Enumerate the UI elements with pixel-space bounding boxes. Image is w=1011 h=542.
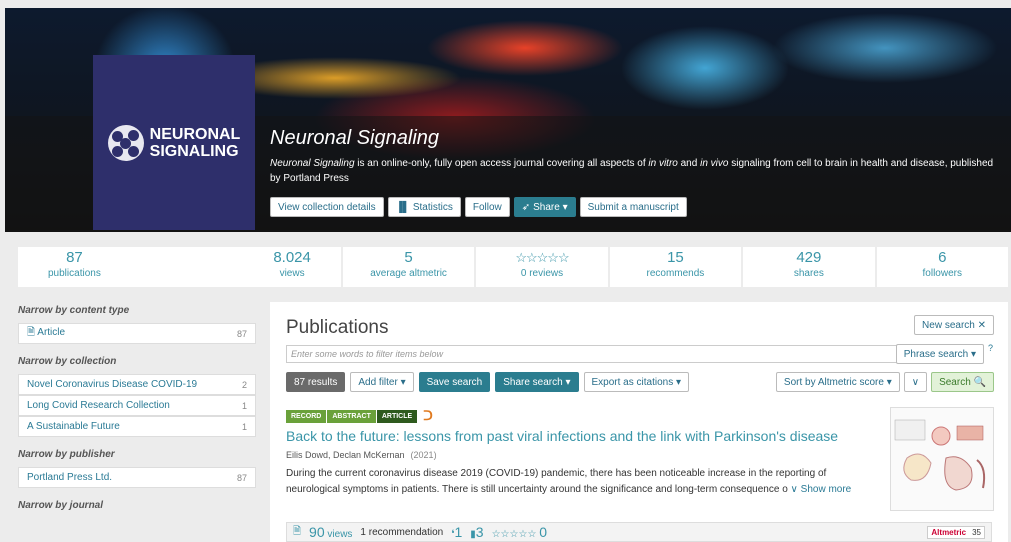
new-search-button[interactable]: New search ✕ bbox=[914, 315, 994, 335]
page-title: Publications bbox=[286, 317, 389, 338]
sort-controls: Sort by Altmetric score ▾ ∨ Search 🔍 bbox=[775, 372, 994, 392]
collection-actions: View collection details ▐▌ Statistics Fol… bbox=[270, 197, 687, 217]
export-citations-button[interactable]: Export as citations ▾ bbox=[583, 372, 690, 392]
stat-shares: 429 shares bbox=[743, 247, 875, 287]
share-button[interactable]: ➶ Share ▾ bbox=[513, 197, 576, 217]
desc-journal: Neuronal Signaling bbox=[270, 158, 355, 169]
phrase-search-dropdown[interactable]: Phrase search ▾ bbox=[895, 344, 984, 364]
search-button[interactable]: Search 🔍 bbox=[931, 372, 994, 392]
collection-stats: 87 publications 8.024 views 5 average altme… bbox=[18, 247, 1008, 287]
article-title-link[interactable]: Back to the future: lessons from past vi… bbox=[286, 428, 838, 444]
stat-altmetric: 5 average altmetric bbox=[342, 247, 475, 287]
collection-heading: Narrow by collection bbox=[18, 356, 117, 367]
publications-panel: Publications New search ✕ Enter some wor… bbox=[270, 302, 1008, 542]
collections-metric: ▮3 bbox=[470, 524, 484, 540]
article-thumbnail[interactable] bbox=[890, 407, 994, 511]
view-details-button[interactable]: View collection details bbox=[270, 197, 384, 217]
rating-stars-icon: ☆☆☆☆☆ bbox=[515, 250, 569, 265]
stat-reviews[interactable]: ☆☆☆☆☆ 0 reviews bbox=[476, 247, 608, 287]
badge-abstract: ABSTRACT bbox=[327, 409, 376, 423]
article-abstract: During the current coronavirus disease 2… bbox=[286, 468, 852, 495]
document-icon: 🗎 bbox=[293, 525, 302, 537]
add-filter-button[interactable]: Add filter ▾ bbox=[350, 372, 414, 392]
logo-text-line1: NEURONAL bbox=[149, 125, 241, 143]
content-type-heading: Narrow by content type bbox=[18, 305, 130, 316]
filter-item-collection[interactable]: Novel Coronavirus Disease COVID-19 2 bbox=[18, 374, 256, 395]
article-rating[interactable]: ☆☆☆☆☆ 0 bbox=[492, 524, 547, 540]
logo-text-line2: SIGNALING bbox=[149, 142, 239, 160]
statistics-button[interactable]: ▐▌ Statistics bbox=[387, 197, 461, 217]
filter-item-publisher[interactable]: Portland Press Ltd. 87 bbox=[18, 467, 256, 488]
badge-record: RECORD bbox=[286, 409, 327, 423]
article-badges: RECORD ABSTRACT ARTICLE ᑐ bbox=[286, 408, 433, 424]
views-metric: 90 views bbox=[309, 524, 353, 540]
show-more-link[interactable]: ∨ Show more bbox=[791, 484, 852, 495]
stat-publications-views: 87 publications 8.024 views bbox=[18, 247, 341, 287]
results-count: 87 results bbox=[286, 372, 346, 392]
submit-manuscript-button[interactable]: Submit a manuscript bbox=[579, 197, 687, 217]
filter-item-collection[interactable]: Long Covid Research Collection 1 bbox=[18, 395, 256, 416]
neuron-logo-icon bbox=[107, 124, 144, 161]
bar-chart-icon: ▐▌ bbox=[395, 201, 410, 213]
journal-heading: Narrow by journal bbox=[18, 500, 104, 511]
rating-stars-icon: ☆☆☆☆☆ bbox=[491, 529, 537, 540]
collection-description: Neuronal Signaling is an online-only, fu… bbox=[270, 158, 994, 184]
article-metrics-bar: 🗎 90 views 1 recommendation ❛1 ▮3 ☆☆☆☆☆ … bbox=[286, 522, 992, 542]
filter-input[interactable]: Enter some words to filter items below bbox=[286, 345, 898, 363]
sort-dropdown[interactable]: Sort by Altmetric score ▾ bbox=[775, 372, 900, 392]
article-authors: Eilis Dowd, Declan McKernan (2021) bbox=[286, 450, 437, 460]
stat-followers: 6 followers bbox=[876, 247, 1008, 287]
badge-article: ARTICLE bbox=[376, 409, 418, 423]
altmetric-badge[interactable]: Altmetric 35 bbox=[927, 525, 985, 539]
collection-title: Neuronal Signaling bbox=[270, 127, 440, 149]
open-access-icon: ᑐ bbox=[423, 408, 433, 423]
filter-sidebar: Narrow by content type 🗎 Article 87 Narro… bbox=[18, 300, 256, 523]
follow-button[interactable]: Follow bbox=[464, 197, 510, 217]
publisher-heading: Narrow by publisher bbox=[18, 449, 115, 460]
filter-item-article[interactable]: 🗎 Article 87 bbox=[18, 323, 256, 344]
journal-logo: NEURONAL SIGNALING bbox=[93, 55, 255, 230]
send-icon: ➶ bbox=[521, 201, 531, 213]
share-search-button[interactable]: Share search ▾ bbox=[495, 372, 579, 392]
filter-item-collection[interactable]: A Sustainable Future 1 bbox=[18, 416, 256, 437]
citation-metric: ❛1 bbox=[451, 524, 463, 540]
help-icon[interactable]: ? bbox=[988, 343, 993, 353]
stat-recommends: 15 recommends bbox=[609, 247, 742, 287]
sort-direction-button[interactable]: ∨ bbox=[903, 372, 928, 392]
results-toolbar: 87 results Add filter ▾ Save search Shar… bbox=[286, 372, 690, 392]
save-search-button[interactable]: Save search bbox=[418, 372, 491, 392]
document-icon: 🗎 bbox=[27, 327, 38, 338]
